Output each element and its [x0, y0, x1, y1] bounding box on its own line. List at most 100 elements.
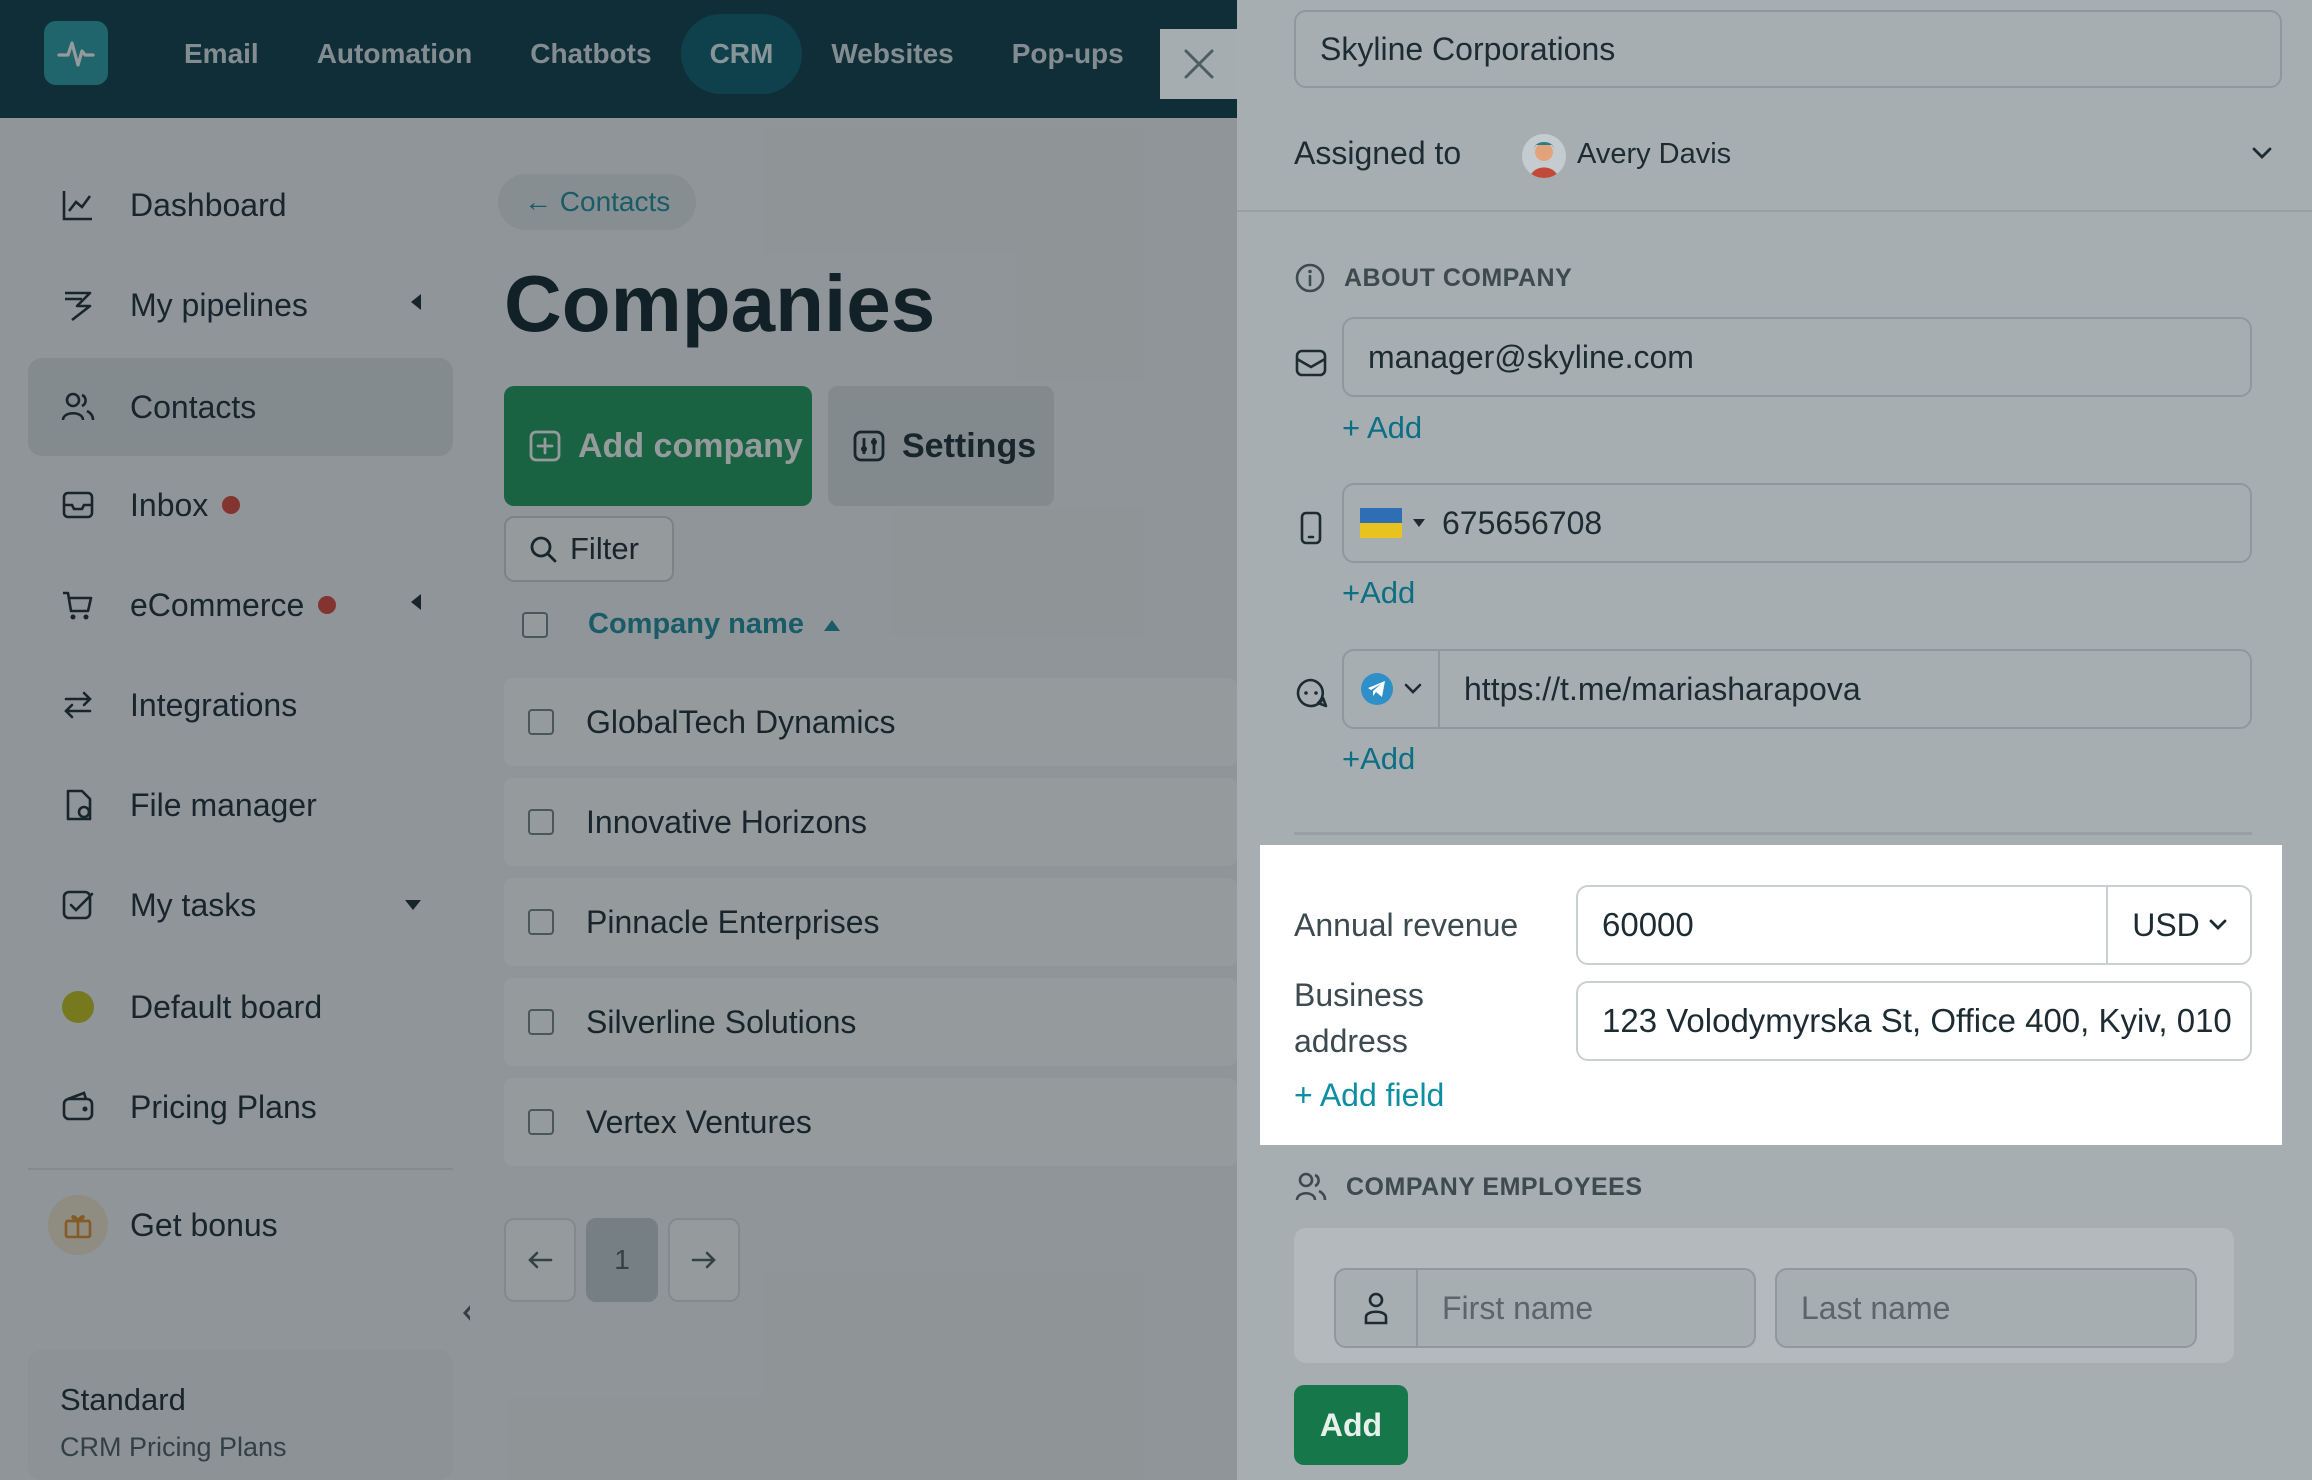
sidebar-item-label: Default board: [130, 988, 323, 1025]
plus-square-icon: [529, 430, 561, 462]
prev-page-button[interactable]: [504, 1218, 576, 1302]
email-field[interactable]: manager@skyline.com: [1342, 317, 2252, 397]
sidebar-item-contacts[interactable]: Contacts: [28, 358, 453, 456]
person-icon: [1364, 1292, 1388, 1325]
plan-subtitle: CRM Pricing Plans: [60, 1432, 287, 1462]
row-checkbox[interactable]: [528, 1009, 554, 1035]
currency-value: USD: [2132, 906, 2200, 943]
phone-icon: [1300, 511, 1322, 545]
close-drawer-button[interactable]: [1160, 29, 1237, 99]
company-name: Pinnacle Enterprises: [586, 903, 880, 940]
page-button-current[interactable]: 1: [586, 1218, 658, 1302]
row-checkbox[interactable]: [528, 709, 554, 735]
plan-title: Standard: [60, 1382, 186, 1417]
about-company-heading: ABOUT COMPANY: [1294, 262, 1572, 294]
annual-revenue-value: 60000: [1602, 906, 1694, 943]
topnav-automation[interactable]: Automation: [288, 14, 502, 94]
business-address-field[interactable]: 123 Volodymyrska St, Office 400, Kyiv, 0…: [1576, 981, 2252, 1061]
company-name-field[interactable]: Skyline Corporations: [1294, 10, 2282, 88]
add-phone-link[interactable]: +Add: [1342, 575, 1415, 611]
add-company-button[interactable]: Add company: [504, 386, 812, 506]
sidebar-item-my-pipelines[interactable]: My pipelines: [28, 256, 453, 354]
company-name: Silverline Solutions: [586, 1003, 857, 1040]
board-dot-icon: [58, 987, 98, 1027]
table-row[interactable]: GlobalTech Dynamics: [504, 678, 1237, 766]
select-all-checkbox[interactable]: [522, 611, 548, 638]
add-messenger-link[interactable]: +Add: [1342, 741, 1415, 777]
first-name-field[interactable]: First name: [1416, 1268, 1756, 1348]
add-email-link[interactable]: + Add: [1342, 410, 1422, 446]
wallet-icon: [58, 1087, 98, 1127]
sidebar-item-label: eCommerce: [130, 586, 305, 623]
sidebar-item-pricing-plans[interactable]: Pricing Plans: [28, 1058, 453, 1156]
country-selector[interactable]: [1344, 485, 1426, 561]
settings-button[interactable]: Settings: [828, 386, 1054, 506]
inbox-icon: [58, 485, 98, 525]
sidebar: Dashboard My pipelines Contacts Inbox eC…: [0, 118, 477, 1480]
ecommerce-badge: [318, 596, 337, 614]
gift-icon: [48, 1195, 108, 1255]
sidebar-item-ecommerce[interactable]: eCommerce: [28, 556, 453, 654]
sidebar-item-my-tasks[interactable]: My tasks: [28, 856, 453, 954]
sidebar-item-label: Pricing Plans: [130, 1088, 317, 1125]
ukraine-flag-icon: [1360, 508, 1402, 538]
last-name-field[interactable]: Last name: [1775, 1268, 2197, 1348]
topnav-chatbots[interactable]: Chatbots: [501, 14, 680, 94]
close-icon: [1184, 49, 1213, 79]
messenger-value: https://t.me/mariasharapova: [1464, 670, 1861, 707]
topnav-websites[interactable]: Websites: [802, 14, 982, 94]
app-logo-icon[interactable]: [44, 21, 108, 85]
column-header-company-name[interactable]: Company name: [588, 608, 804, 641]
cart-icon: [58, 585, 98, 625]
sidebar-item-label: Dashboard: [130, 186, 287, 223]
currency-select[interactable]: USD: [2106, 885, 2252, 965]
file-icon: [58, 785, 98, 825]
users-icon: [58, 387, 98, 427]
current-plan-card[interactable]: Standard CRM Pricing Plans: [28, 1350, 453, 1480]
next-page-button[interactable]: [668, 1218, 740, 1302]
caret-down-icon: [405, 900, 421, 910]
add-field-link[interactable]: + Add field: [1294, 1077, 1444, 1114]
email-icon: [1295, 349, 1327, 377]
sidebar-item-inbox[interactable]: Inbox: [28, 456, 453, 554]
sidebar-item-get-bonus[interactable]: Get bonus: [28, 1176, 453, 1274]
topnav-email[interactable]: Email: [155, 14, 288, 94]
phone-field[interactable]: 675656708: [1342, 483, 2252, 563]
add-company-label: Add company: [578, 426, 803, 465]
search-icon: [530, 536, 557, 563]
filter-button[interactable]: Filter: [504, 516, 674, 582]
sidebar-item-label: Inbox: [130, 486, 209, 523]
chevron-down-icon[interactable]: [2250, 145, 2274, 161]
row-checkbox[interactable]: [528, 1109, 554, 1135]
table-row[interactable]: Silverline Solutions: [504, 978, 1237, 1066]
chat-icon: [1296, 678, 1328, 708]
assigned-user[interactable]: Avery Davis: [1577, 138, 1731, 171]
business-address-label-line2: address: [1294, 1023, 1408, 1059]
sidebar-item-dashboard[interactable]: Dashboard: [28, 156, 453, 254]
sidebar-item-integrations[interactable]: Integrations: [28, 656, 453, 754]
assigned-to-label: Assigned to: [1294, 135, 1462, 171]
sort-asc-icon[interactable]: [822, 617, 842, 633]
topnav-popups[interactable]: Pop-ups: [983, 14, 1153, 94]
table-row[interactable]: Vertex Ventures: [504, 1078, 1237, 1166]
row-checkbox[interactable]: [528, 809, 554, 835]
row-checkbox[interactable]: [528, 909, 554, 935]
chevron-down-icon: [1404, 683, 1422, 694]
topnav-crm[interactable]: CRM: [680, 14, 803, 94]
table-row[interactable]: Innovative Horizons: [504, 778, 1237, 866]
messenger-selector[interactable]: [1344, 651, 1440, 727]
back-to-contacts-link[interactable]: ← Contacts: [498, 174, 697, 230]
sidebar-item-label: Contacts: [130, 388, 257, 425]
company-name: GlobalTech Dynamics: [586, 703, 896, 740]
phone-value: 675656708: [1442, 504, 1603, 541]
messenger-field[interactable]: https://t.me/mariasharapova: [1342, 649, 2252, 729]
business-address-label-line1: Business: [1294, 977, 1424, 1013]
drawer-divider: [1237, 210, 2312, 212]
table-row[interactable]: Pinnacle Enterprises: [504, 878, 1237, 966]
top-navigation-bar: Email Automation Chatbots CRM Websites P…: [0, 0, 1237, 118]
add-employee-button[interactable]: Add: [1294, 1385, 1408, 1465]
chart-line-icon: [58, 185, 98, 225]
sidebar-item-file-manager[interactable]: File manager: [28, 756, 453, 854]
sidebar-item-default-board[interactable]: Default board: [28, 958, 453, 1056]
pipeline-icon: [58, 285, 98, 325]
